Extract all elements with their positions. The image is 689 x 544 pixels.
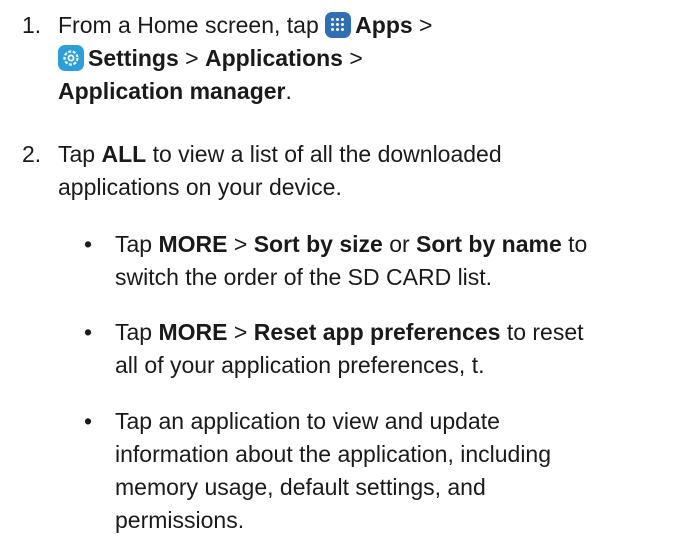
bullet-2-separator: > [227,319,254,345]
more-label: MORE [158,231,228,257]
step-1-line-1: From a Home screen, tap Apps > [58,9,678,42]
step-2-number: 2. [22,141,42,167]
step-1-line-2: Settings > Applications > [58,42,678,75]
bullet-2-text: Tap MORE > Reset app preferences to rese… [115,316,685,382]
bullet-3-text: Tap an application to view and update in… [115,405,685,537]
all-label: ALL [101,141,147,167]
more-label-2: MORE [158,319,228,345]
step-1-number: 1. [22,12,42,38]
bullet-1-or: or [382,231,417,257]
reset-app-preferences-label: Reset app preferences [253,319,501,345]
apps-label: Apps [355,12,413,38]
step-2-line-2: applications on your device. [58,174,342,200]
bullet-1-text: Tap MORE > Sort by size or Sort by name … [115,228,685,294]
bullet-2-symbol: • [84,319,93,345]
step-2-line-1-prefix: Tap [58,141,102,167]
bullet-3-symbol: • [84,408,93,434]
bullet-3-line-2: information about the application, inclu… [115,441,552,467]
bullet-2-suffix: to reset [500,319,584,345]
bullet-1-suffix: to [561,231,588,257]
step-1-line-2-suffix: > [342,45,363,71]
bullet-1-separator: > [227,231,254,257]
bullet-1-symbol: • [84,231,93,257]
applications-label: Applications [204,45,343,71]
step-1-text: From a Home screen, tap Apps > Settings … [58,9,678,108]
bullet-3-line-4: permissions. [115,507,245,533]
bullet-3-line-3: memory usage, default settings, and [115,474,486,500]
step-1-line-3-suffix: . [285,78,292,104]
bullet-2-line-1: Tap MORE > Reset app preferences to rese… [115,316,685,349]
bullet-1-prefix: Tap [115,231,159,257]
step-1-line-1-text: From a Home screen, tap [58,12,326,38]
bullet-1-line-1: Tap MORE > Sort by size or Sort by name … [115,228,685,261]
step-2-line-1-suffix: to view a list of all the downloaded [146,141,502,167]
step-1-line-3: Application manager. [58,75,678,108]
step-2-line-1: Tap ALL to view a list of all the downlo… [58,138,678,171]
settings-gear-icon [58,45,84,71]
step-1-line-2-separator: > [178,45,205,71]
bullet-3-line-1: Tap an application to view and update [115,408,500,434]
instructions-document: 1. From a Home screen, tap Apps > Settin… [0,0,689,544]
sort-by-size-label: Sort by size [253,231,383,257]
bullet-1-line-2: switch the order of the SD CARD list. [115,264,493,290]
application-manager-label: Application manager [58,78,286,104]
settings-label: Settings [88,45,179,71]
bullet-2-prefix: Tap [115,319,159,345]
sort-by-name-label: Sort by name [416,231,562,257]
apps-grid-icon [325,12,352,38]
bullet-2-line-2: all of your application preferences, t. [115,352,485,378]
step-2-text: Tap ALL to view a list of all the downlo… [58,138,678,204]
step-1-line-1-suffix: > [412,12,433,38]
